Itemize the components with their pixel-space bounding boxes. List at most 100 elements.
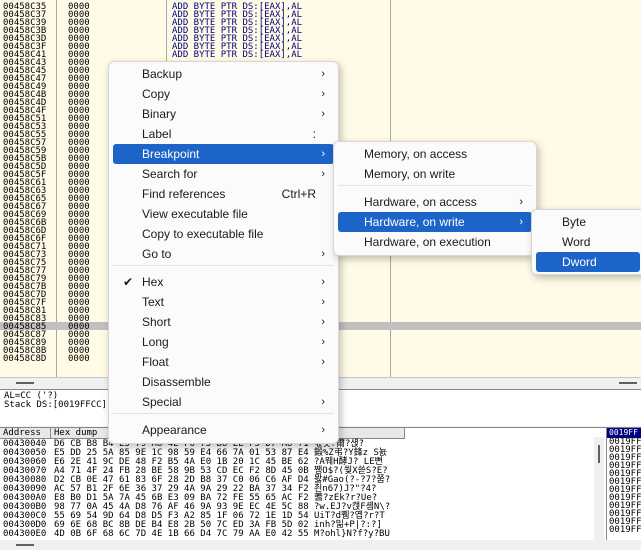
dump-row[interactable]: 004300E0 4D 0B 6F 68 6C 7D 4E 1B 66 D4 7C…: [0, 529, 606, 539]
dump-row[interactable]: 00430060 E6 2E 41 9C DE 48 F2 B5 4A E0 1B…: [0, 457, 606, 467]
disasm-row[interactable]: 00458C3D 0000 ADD BYTE PTR DS:[EAX],AL: [0, 35, 641, 44]
dump-hex: 98 77 0A 45 4A D8 76 AF 46 9A 93 9E EC 4…: [54, 502, 309, 512]
dump-address: 004300C0: [3, 511, 47, 521]
hex-dump-pane[interactable]: Address Hex dump I 00430040D6 CB B8 B4 E…: [0, 427, 606, 541]
menu-item-short[interactable]: Short ›: [113, 312, 334, 332]
menu-item-find-references[interactable]: Find references Ctrl+R: [113, 184, 334, 204]
chevron-right-icon: ›: [321, 248, 325, 260]
dump-address: 004300D0: [3, 520, 47, 530]
chevron-right-icon: ›: [519, 196, 523, 208]
menu-item-dword[interactable]: Dword: [536, 252, 640, 272]
menu-item-label: Copy to executable file: [142, 227, 264, 241]
menu-item-go-to[interactable]: Go to ›: [113, 244, 334, 264]
menu-item-copy[interactable]: Copy ›: [113, 84, 334, 104]
menu-item-appearance[interactable]: Appearance ›: [113, 420, 334, 440]
menu-item-hex[interactable]: ✔ Hex ›: [113, 272, 334, 292]
disasm-row[interactable]: 00458C3B 0000 ADD BYTE PTR DS:[EAX],AL: [0, 27, 641, 36]
dump-text: UiT?d쀙?옙?r?T: [314, 511, 385, 521]
menu-item-label: Backup: [142, 67, 183, 81]
menu-item-label: Search for: [142, 167, 198, 181]
scrollbar-thumb[interactable]: [619, 382, 637, 384]
scrollbar-thumb[interactable]: [16, 382, 34, 384]
menu-item-label: Label: [142, 127, 172, 141]
menu-item-label: Byte: [562, 215, 587, 229]
menu-item-long[interactable]: Long ›: [113, 332, 334, 352]
menu-item-copy-to-executable-file[interactable]: Copy to executable file: [113, 224, 334, 244]
menu-item-label: Breakpoint: [142, 147, 200, 161]
menu-item-label: Memory, on access: [364, 147, 468, 161]
menu-item-byte[interactable]: Byte: [536, 212, 640, 232]
dump-row[interactable]: 00430050 E5 DD 25 5A 85 9E 1C 98 59 E4 66…: [0, 448, 606, 458]
menu-item-label: Short: [142, 315, 171, 329]
menu-item-word[interactable]: Word: [536, 232, 640, 252]
checkmark-icon: ✔: [123, 275, 134, 289]
dump-row[interactable]: 004300A0 E8 B0 D1 5A 7A 45 6B E3 09 BA 72…: [0, 493, 606, 503]
disasm-address: 00458C8D: [3, 354, 47, 364]
disasm-hex: 0000: [68, 354, 90, 364]
menu-item-shortcut: :: [312, 127, 316, 141]
disasm-row[interactable]: 00458C3F 0000 ADD BYTE PTR DS:[EAX],AL: [0, 43, 641, 52]
dump-row[interactable]: 00430080 D2 CB 0E 47 61 83 6F 28 2D B8 37…: [0, 476, 606, 485]
dump-text: M?ohl}N?f?y?BU: [314, 529, 390, 539]
menu-item-text[interactable]: Text ›: [113, 292, 334, 312]
stack-row[interactable]: 0019FF: [607, 526, 641, 535]
dump-address: 004300B0: [3, 502, 47, 512]
dump-row[interactable]: 004300C0 55 69 54 9D 64 D8 D5 F3 A2 85 1F…: [0, 511, 606, 521]
menu-item-label: Special: [142, 395, 182, 409]
dump-text: ?w.EJ?v캕F솀N\?: [314, 502, 391, 512]
menu-item-disassemble[interactable]: Disassemble: [113, 372, 334, 392]
menu-item-backup[interactable]: Backup ›: [113, 64, 334, 84]
menu-item-label: Hardware, on access: [364, 195, 477, 209]
menu-item-label: Dword: [562, 255, 597, 269]
chevron-right-icon: ›: [321, 108, 325, 120]
disasm-row[interactable]: 00458C41 0000 ADD BYTE PTR DS:[EAX],AL: [0, 51, 641, 60]
info-line: Stack DS:[0019FFCC]: [4, 400, 107, 410]
dump-row[interactable]: 00430090 AC 57 B1 2F 6E 36 37 29 4A 9A 29…: [0, 484, 606, 494]
dump-hex: A4 71 4F 24 FB 28 BE 58 9B 53 CD EC F2 8…: [54, 466, 309, 476]
disasm-row[interactable]: 00458C35 0000 ADD BYTE PTR DS:[EAX],AL: [0, 3, 641, 12]
breakpoint-submenu: Memory, on access Memory, on write Hardwar…: [333, 141, 537, 256]
hardware-on-write-submenu: Byte Word Dword: [531, 209, 641, 275]
menu-item-label[interactable]: Label:: [113, 124, 334, 144]
column-header-address[interactable]: Address: [0, 428, 51, 439]
menu-item-label: Text: [142, 295, 165, 309]
menu-item-hardware-on-write[interactable]: Hardware, on write ›: [338, 212, 532, 232]
menu-item-search-for[interactable]: Search for ›: [113, 164, 334, 184]
dump-address: 00430040: [3, 439, 47, 449]
dump-address: 00430050: [3, 448, 47, 458]
chevron-right-icon: ›: [321, 88, 325, 100]
menu-item-label: Go to: [142, 247, 172, 261]
dump-address: 00430090: [3, 484, 47, 494]
disasm-row[interactable]: 00458C37 0000 ADD BYTE PTR DS:[EAX],AL: [0, 11, 641, 20]
dump-address: 004300E0: [3, 529, 47, 539]
stack-rows: 0019FF 0019FF 0019FF 0019FF 0019FF 0019FF 0019…: [607, 438, 641, 535]
dump-address: 00430060: [3, 457, 47, 467]
scrollbar-thumb[interactable]: [16, 544, 34, 546]
menu-item-label: Hardware, on execution: [364, 235, 491, 249]
menu-item-memory-on-write[interactable]: Memory, on write: [338, 164, 532, 184]
dump-row[interactable]: 004300D0 69 6E 68 BC 8B DE B4 E8 2B 50 7C…: [0, 520, 606, 530]
dump-address: 004300A0: [3, 493, 47, 503]
scrollbar-thumb[interactable]: [598, 445, 600, 463]
dump-hex: 69 6E 68 BC 8B DE B4 E8 2B 50 7C ED 3A F…: [54, 520, 309, 530]
dump-horizontal-scrollbar[interactable]: [0, 540, 641, 550]
dump-hex: E8 B0 D1 5A 7A 45 6B E3 09 BA 72 FE 55 6…: [54, 493, 309, 503]
menu-item-view-executable-file[interactable]: View executable file: [113, 204, 334, 224]
menu-item-float[interactable]: Float ›: [113, 352, 334, 372]
menu-item-hardware-on-execution[interactable]: Hardware, on execution: [338, 232, 532, 252]
dump-row[interactable]: 004300B0 98 77 0A 45 4A D8 76 AF 46 9A 93…: [0, 502, 606, 512]
menu-item-breakpoint[interactable]: Breakpoint ›: [113, 144, 334, 164]
menu-item-memory-on-access[interactable]: Memory, on access: [338, 144, 532, 164]
dump-text: 쵠n67)J?"?4?: [314, 484, 377, 494]
menu-item-label: View executable file: [142, 207, 248, 221]
menu-item-binary[interactable]: Binary ›: [113, 104, 334, 124]
dump-vertical-scrollbar[interactable]: [594, 437, 604, 540]
menu-item-special[interactable]: Special ›: [113, 392, 334, 412]
menu-separator: [338, 185, 532, 186]
dump-row[interactable]: 00430070 A4 71 4F 24 FB 28 BE 58 9B 53 CD…: [0, 466, 606, 476]
dump-hex: E6 2E 41 9C DE 48 F2 B5 4A E0 1B 20 1C 4…: [54, 457, 309, 467]
chevron-right-icon: ›: [321, 276, 325, 288]
menu-item-hardware-on-access[interactable]: Hardware, on access ›: [338, 192, 532, 212]
stack-pane[interactable]: 0019FF 0019FF 0019FF 0019FF 0019FF 0019FF 001…: [606, 427, 641, 541]
disasm-row[interactable]: 00458C39 0000 ADD BYTE PTR DS:[EAX],AL: [0, 19, 641, 28]
